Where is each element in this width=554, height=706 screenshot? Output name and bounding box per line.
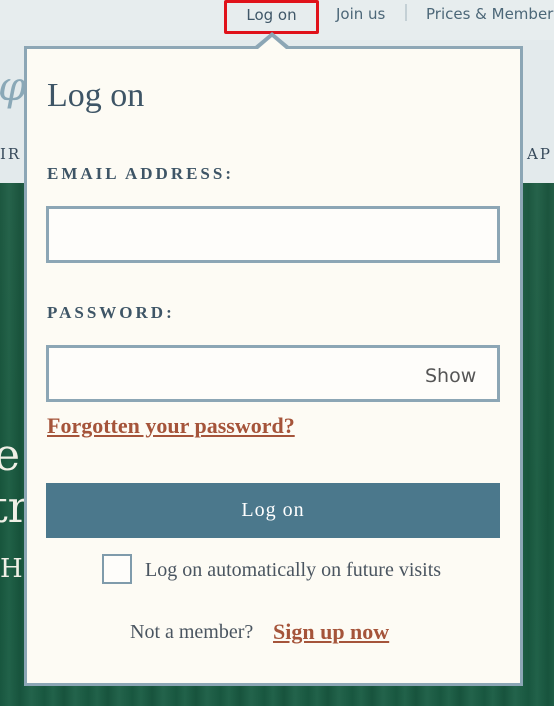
popup-pointer-fill <box>258 37 286 49</box>
show-password-button[interactable]: Show <box>425 365 476 387</box>
top-join-link[interactable]: Join us <box>336 5 385 23</box>
not-member-text: Not a member? <box>130 621 254 643</box>
popup-title: Log on <box>47 77 145 114</box>
email-field[interactable] <box>46 206 500 263</box>
remember-checkbox[interactable] <box>102 554 132 584</box>
login-button[interactable]: Log on <box>46 483 500 538</box>
top-separator <box>405 4 407 21</box>
password-label: PASSWORD: <box>47 303 175 322</box>
nav-item-left[interactable]: IR <box>0 145 21 163</box>
forgot-password-link[interactable]: Forgotten your password? <box>47 413 295 439</box>
top-prices-link[interactable]: Prices & Members <box>426 5 554 23</box>
remember-label[interactable]: Log on automatically on future visits <box>145 559 441 582</box>
nav-item-right[interactable]: AP <box>527 145 552 163</box>
signup-link[interactable]: Sign up now <box>273 619 389 645</box>
logo-icon[interactable]: φ <box>0 64 26 110</box>
hero-subheading: H <box>0 554 23 584</box>
email-label: EMAIL ADDRESS: <box>47 164 235 183</box>
top-login-link[interactable]: Log on <box>224 0 319 34</box>
login-popup: Log on EMAIL ADDRESS: PASSWORD: Show For… <box>24 46 523 686</box>
